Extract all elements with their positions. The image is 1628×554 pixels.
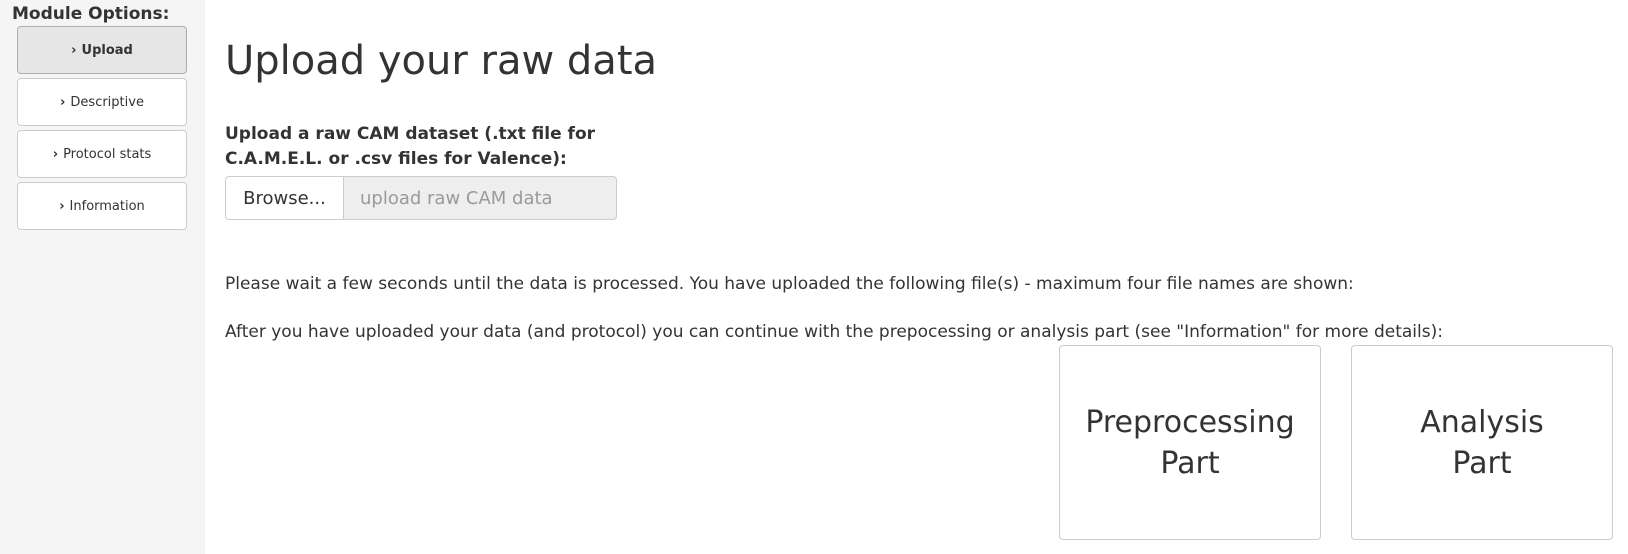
page-title: Upload your raw data [225,38,658,84]
sidebar: Module Options: › Upload › Descriptive ›… [0,0,205,554]
module-button-descriptive[interactable]: › Descriptive [17,78,187,126]
module-button-label: Upload [81,42,133,58]
upload-label: Upload a raw CAM dataset (.txt file for … [225,122,625,172]
chevron-right-icon: › [60,94,66,110]
preprocessing-button-line2: Part [1160,445,1220,481]
file-name-field[interactable] [344,176,617,220]
analysis-button-line2: Part [1452,445,1512,481]
module-button-information[interactable]: › Information [17,182,187,230]
module-button-protocol-stats[interactable]: › Protocol stats [17,130,187,178]
module-button-label: Information [69,198,145,214]
upload-label-line1: Upload a raw CAM dataset (.txt file for [225,124,596,144]
main-panel: Upload your raw data Upload a raw CAM da… [225,0,1628,554]
chevron-right-icon: › [59,198,65,214]
continue-instructions-text: After you have uploaded your data (and p… [225,322,1443,342]
module-button-label: Descriptive [70,94,144,110]
analysis-button-line1: Analysis [1420,404,1544,440]
module-button-upload[interactable]: › Upload [17,26,187,74]
analysis-part-button[interactable]: Analysis Part [1351,345,1613,540]
chevron-right-icon: › [71,42,77,58]
preprocessing-part-button[interactable]: Preprocessing Part [1059,345,1321,540]
upload-label-line2: C.A.M.E.L. or .csv files for Valence): [225,149,567,169]
browse-button[interactable]: Browse... [225,176,344,220]
processing-wait-text: Please wait a few seconds until the data… [225,274,1354,294]
module-button-label: Protocol stats [63,146,152,162]
sidebar-title: Module Options: [12,4,170,24]
preprocessing-button-line1: Preprocessing [1085,404,1295,440]
file-upload-group: Browse... [225,176,617,220]
chevron-right-icon: › [52,146,59,162]
